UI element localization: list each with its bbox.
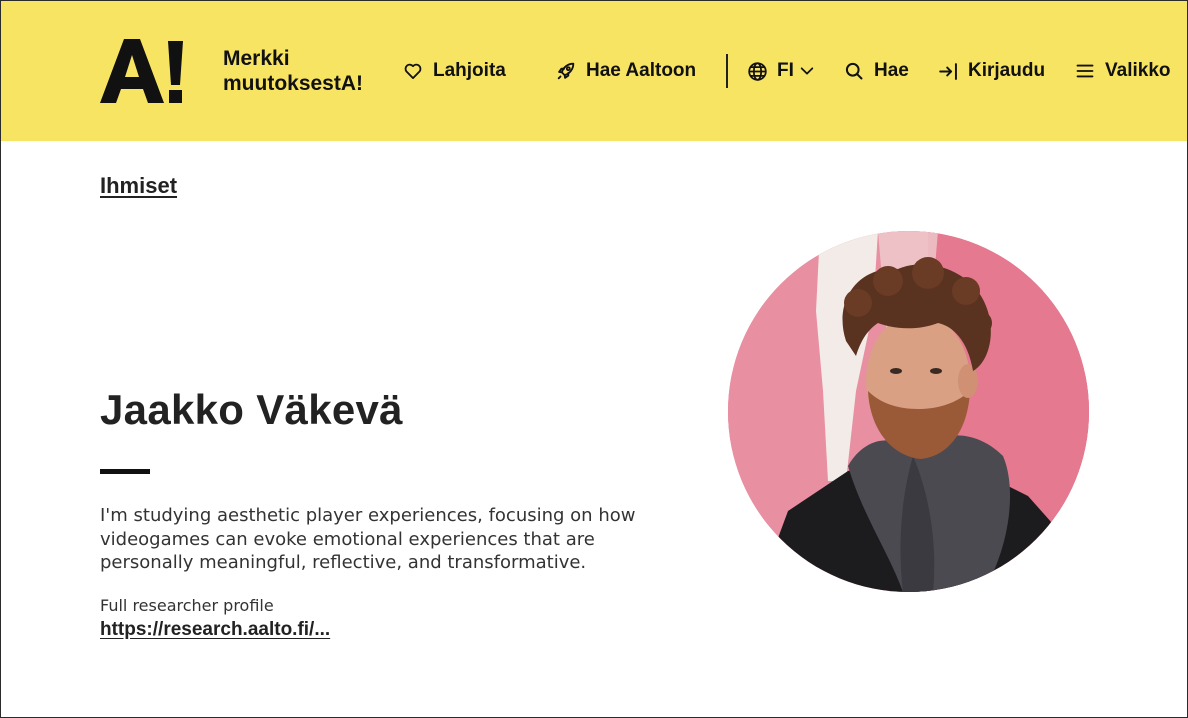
login-button[interactable]: Kirjaudu (937, 57, 1045, 85)
site-slogan: Merkki muutoksestA! (223, 46, 393, 96)
language-selector[interactable]: FI (746, 57, 815, 85)
title-underline (100, 469, 150, 474)
heart-icon (402, 60, 424, 82)
search-label: Hae (874, 60, 909, 81)
person-bio: I'm studying aesthetic player experience… (100, 505, 636, 573)
menu-label: Valikko (1105, 60, 1171, 81)
login-icon (937, 60, 959, 82)
chevron-down-icon (799, 63, 815, 79)
menu-icon (1074, 60, 1096, 82)
language-label: FI (777, 60, 794, 81)
researcher-profile-label: Full researcher profile (100, 596, 274, 615)
apply-link[interactable]: Hae Aaltoon (555, 57, 696, 85)
apply-label: Hae Aaltoon (586, 60, 697, 81)
search-icon (843, 60, 865, 82)
slogan-line-1: Merkki (223, 47, 290, 70)
login-label: Kirjaudu (968, 60, 1046, 81)
slogan-line-2: muutoksestA! (223, 72, 364, 95)
globe-icon (746, 60, 768, 82)
search-button[interactable]: Hae (843, 57, 909, 85)
site-header: Merkki muutoksestA! Lahjoita Hae Aaltoon… (1, 1, 1187, 141)
donate-label: Lahjoita (433, 60, 506, 81)
aalto-logo[interactable] (100, 39, 184, 105)
researcher-profile-link[interactable]: https://research.aalto.fi/... (100, 619, 330, 641)
person-name: Jaakko Väkevä (100, 386, 403, 433)
rocket-icon (555, 60, 577, 82)
page: Merkki muutoksestA! Lahjoita Hae Aaltoon… (0, 0, 1188, 718)
profile-photo (728, 231, 1089, 592)
menu-button[interactable]: Valikko (1074, 57, 1171, 85)
header-divider (726, 54, 728, 88)
donate-link[interactable]: Lahjoita (402, 57, 506, 85)
breadcrumb-people-link[interactable]: Ihmiset (100, 173, 177, 199)
